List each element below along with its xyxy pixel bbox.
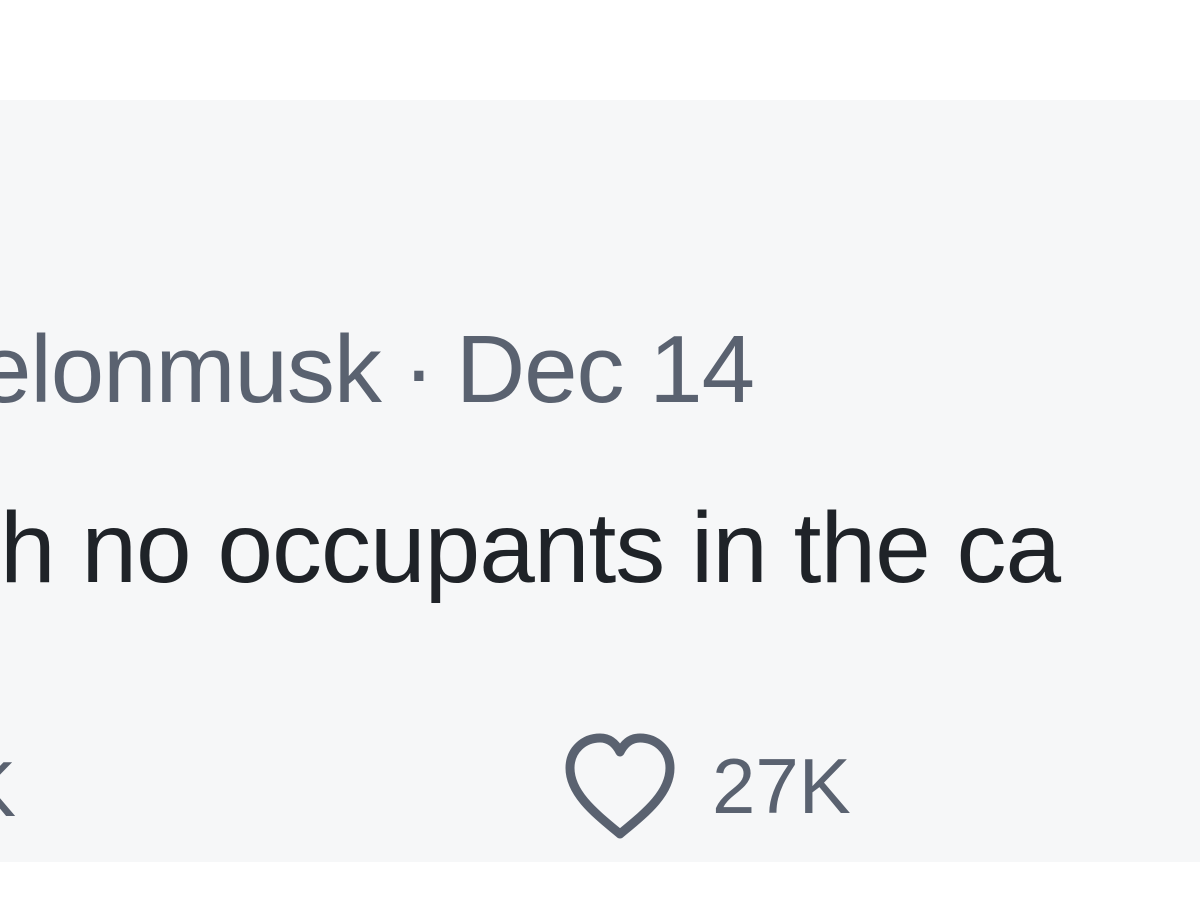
retweet-count[interactable]: K (0, 750, 16, 828)
author-handle[interactable]: elonmusk (0, 322, 382, 418)
heart-outline-icon (565, 733, 675, 839)
like-count: 27K (712, 742, 851, 830)
meta-separator: · (402, 316, 435, 423)
tweet-card[interactable]: elonmusk · Dec 14 h no occupants in the … (0, 100, 1200, 862)
tweet-meta: elonmusk · Dec 14 (0, 316, 755, 423)
tweet-text: h no occupants in the ca (0, 492, 1061, 604)
tweet-date[interactable]: Dec 14 (456, 322, 755, 418)
like-button[interactable]: 27K (560, 730, 851, 842)
